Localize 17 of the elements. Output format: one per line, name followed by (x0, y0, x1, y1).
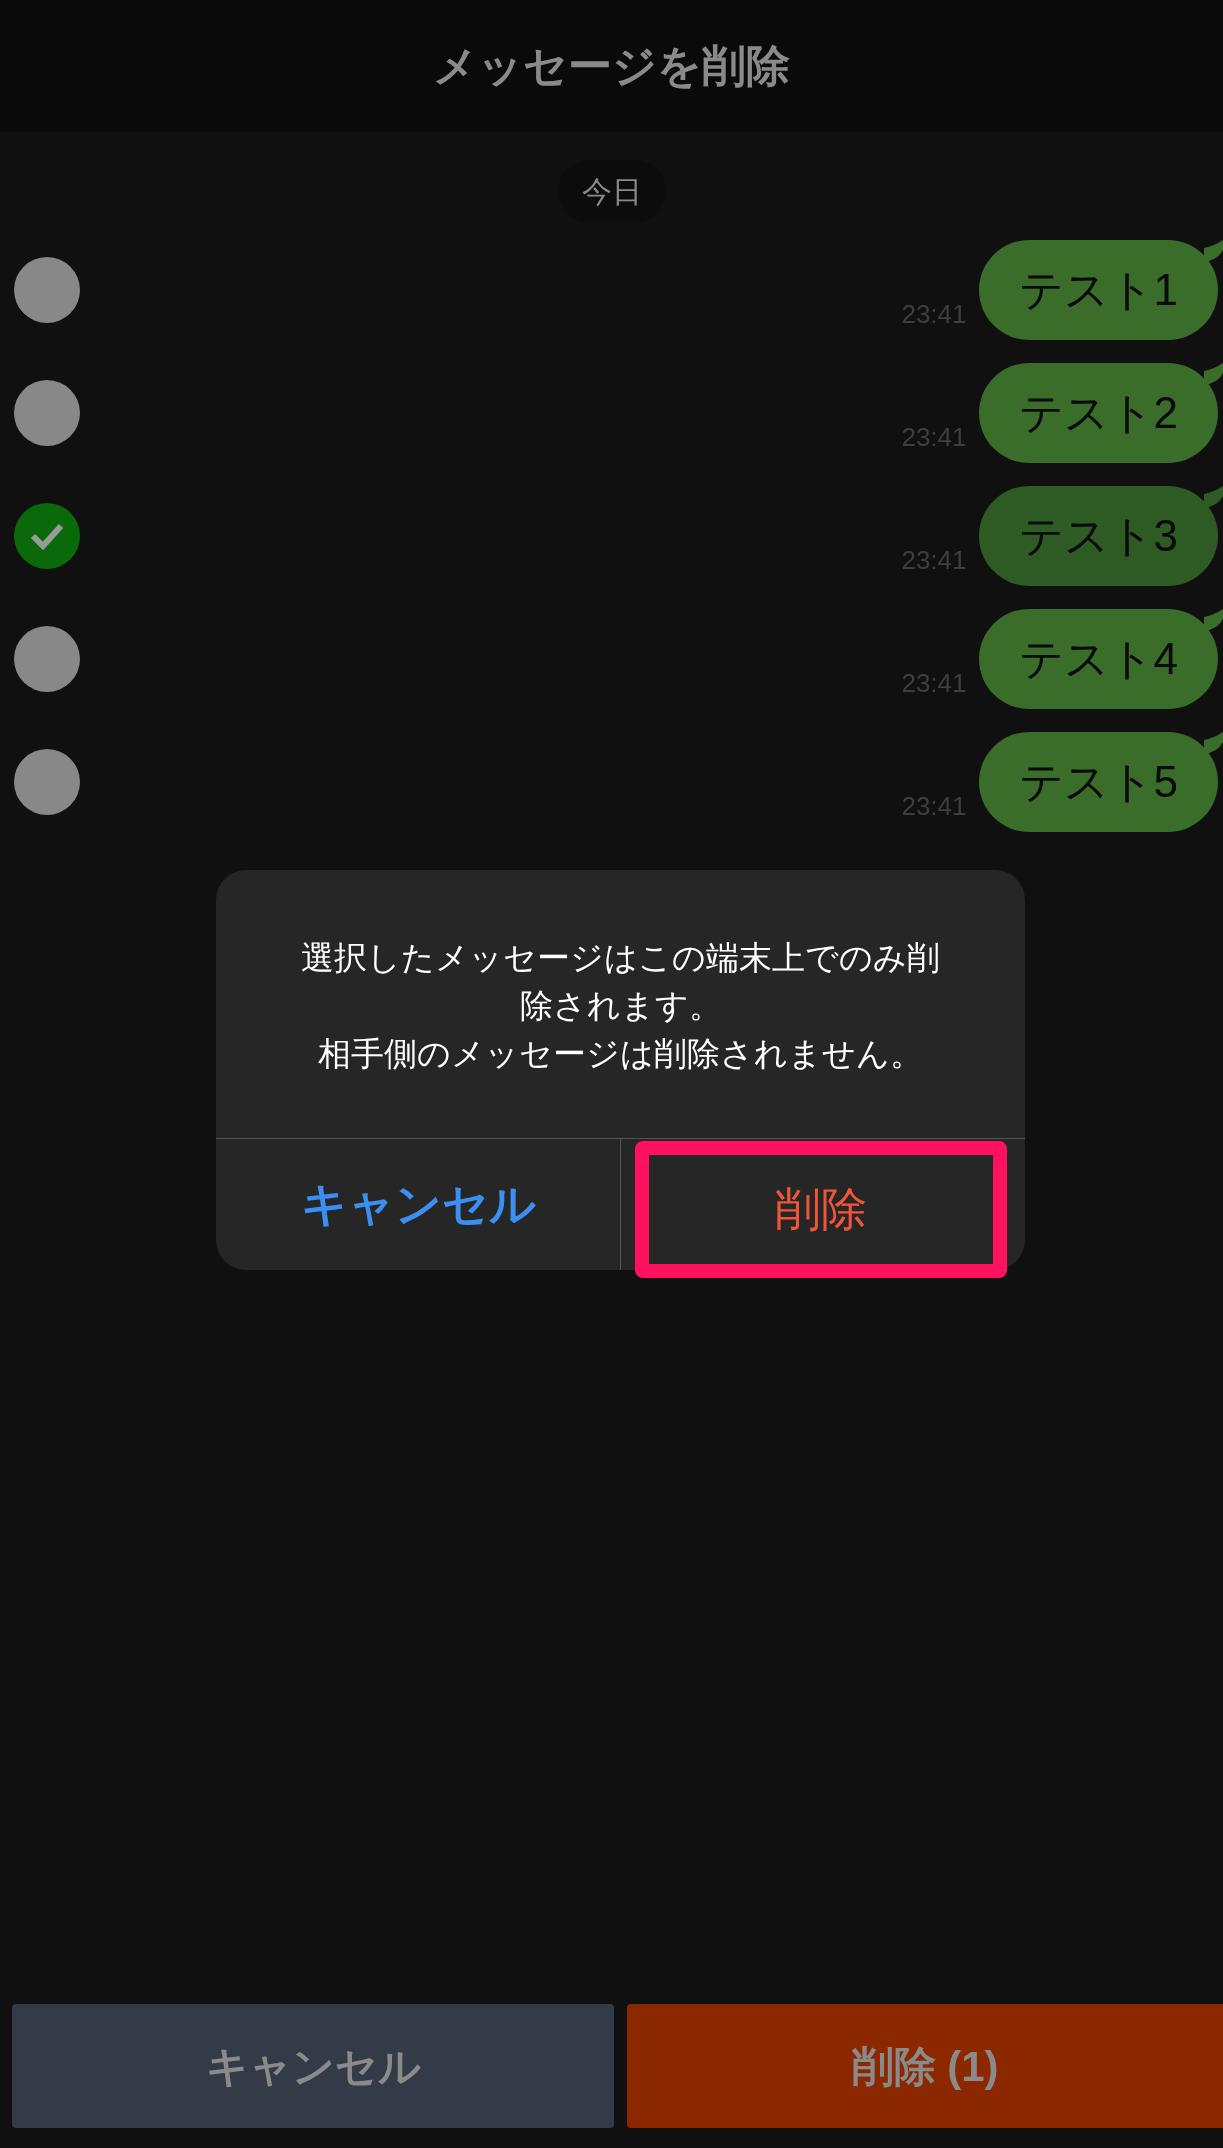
message-bubble: テスト1 (978, 240, 1218, 340)
message-bubble: テスト3 (978, 486, 1218, 586)
cancel-button[interactable]: キャンセル (12, 2004, 614, 2128)
date-label: 今日 (557, 160, 666, 222)
cancel-button[interactable]: キャンセル (216, 1139, 620, 1270)
bubble-tail-icon (1204, 240, 1223, 262)
bubble-tail-icon (1204, 609, 1223, 631)
message-bubble: テスト4 (978, 609, 1218, 709)
bubble-tail-icon (1204, 732, 1223, 754)
delete-button[interactable]: 削除 (1) (627, 2004, 1223, 2128)
delete-button[interactable]: 削除 (635, 1141, 1007, 1278)
message-bubble: テスト2 (978, 363, 1218, 463)
header-title: メッセージを削除 (433, 40, 790, 92)
dialog-message: 選択したメッセージはこの端末上でのみ削 除されます。 相手側のメッセージは削除されません。 (300, 938, 941, 1074)
bubble-tail-icon (1204, 363, 1223, 385)
bubble-tail-icon (1204, 486, 1223, 508)
message-bubble: テスト5 (978, 732, 1218, 832)
